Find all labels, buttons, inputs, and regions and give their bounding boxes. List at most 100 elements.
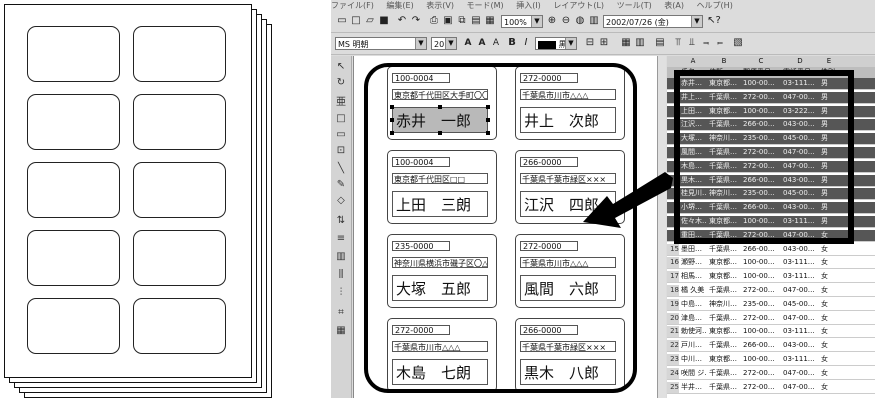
column-header[interactable]: E	[819, 56, 839, 67]
help-cursor-icon[interactable]: ↖?	[707, 14, 721, 28]
table-cell[interactable]: 100-00…	[743, 354, 781, 365]
crop-tool-icon[interactable]: ⌗	[334, 306, 348, 320]
new-doc-icon[interactable]: □	[349, 14, 363, 28]
table-cell[interactable]: 中川…	[681, 354, 707, 365]
table-cell[interactable]: 045-00…	[783, 299, 819, 310]
row-number[interactable]: 24	[667, 367, 679, 379]
date-select[interactable]: 2002/07/26 (金) ▼	[603, 15, 703, 28]
table-cell[interactable]: 千葉県…	[709, 244, 741, 255]
table-cell[interactable]: 女	[821, 257, 839, 268]
column-header[interactable]: B	[707, 56, 741, 67]
distribute-icon[interactable]: ⫪	[671, 36, 685, 50]
menu-help[interactable]: ヘルプ(H)	[697, 1, 733, 10]
table-cell[interactable]: 女	[821, 271, 839, 282]
align-bottom-icon[interactable]: ⫭	[713, 36, 727, 50]
row-number[interactable]: 23	[667, 354, 679, 365]
table-cell[interactable]: 272-00…	[743, 285, 781, 296]
table-cell[interactable]: 女	[821, 299, 839, 310]
chevron-down-icon[interactable]: ▼	[531, 16, 542, 27]
grid-icon[interactable]: ▤	[653, 36, 667, 50]
zoom-in-icon[interactable]: ⊕	[545, 14, 559, 28]
row-number[interactable]: 18	[667, 285, 679, 296]
print-preview-icon[interactable]: ▣	[441, 14, 455, 28]
table-cell[interactable]: 03-111…	[783, 354, 819, 365]
save-icon[interactable]: ■	[377, 14, 391, 28]
table-cell[interactable]: 千葉県…	[709, 313, 741, 324]
table-icon[interactable]: ▦	[619, 36, 633, 50]
table-cell[interactable]: 女	[821, 326, 839, 337]
layout-tool-icon[interactable]: ⊡	[334, 144, 348, 158]
rotate-tool-icon[interactable]: ↻	[334, 76, 348, 90]
table-cell[interactable]: 043-00…	[783, 340, 819, 351]
table-cell[interactable]: 東京都…	[709, 354, 741, 365]
menu-mode[interactable]: モード(M)	[467, 1, 504, 10]
menu-tools[interactable]: ツール(T)	[617, 1, 652, 10]
undo-icon[interactable]: ↶	[395, 14, 409, 28]
vertical-text-icon[interactable]: ⇅	[334, 214, 348, 228]
shape-tool-icon[interactable]: ◇	[334, 194, 348, 208]
row-number[interactable]: 16	[667, 257, 679, 269]
table-cell[interactable]: 相馬…	[681, 271, 707, 282]
zoom-out-icon[interactable]: ⊖	[559, 14, 573, 28]
table-cell[interactable]: 047-00…	[783, 285, 819, 296]
chevron-down-icon[interactable]: ▼	[445, 38, 456, 49]
line-tool-icon[interactable]: ╲	[334, 162, 348, 176]
table-cell[interactable]: 03-111…	[783, 271, 819, 282]
font-size-select[interactable]: 20 ▼	[431, 37, 457, 50]
row-number[interactable]: 21	[667, 326, 679, 338]
distribute-tool-icon[interactable]: ⫶	[334, 286, 348, 300]
table-cell[interactable]: 女	[821, 313, 839, 324]
bold-icon[interactable]: B	[505, 36, 519, 50]
row-number[interactable]: 17	[667, 271, 679, 283]
font-shrink-icon[interactable]: A	[475, 36, 489, 50]
row-number[interactable]: 20	[667, 312, 679, 324]
table-cell[interactable]: 100-00…	[743, 326, 781, 337]
font-select[interactable]: MS 明朝 ▼	[335, 37, 427, 50]
table-cell[interactable]: 266-00…	[743, 244, 781, 255]
paste-icon[interactable]: ▤	[469, 14, 483, 28]
bar-tool-icon[interactable]: ⫼	[334, 268, 348, 282]
table-cell[interactable]: 235-00…	[743, 299, 781, 310]
table-cell[interactable]: 272-00…	[743, 382, 781, 393]
column-header[interactable]: D	[781, 56, 819, 67]
column-header[interactable]: C	[741, 56, 781, 67]
table-cell[interactable]: 千葉県…	[709, 285, 741, 296]
menu-view[interactable]: 表示(V)	[426, 1, 454, 10]
table-tool-icon[interactable]: ▦	[334, 324, 348, 338]
globe-icon[interactable]: ◍	[573, 14, 587, 28]
text-tool-icon[interactable]: 亜	[334, 96, 348, 110]
new-icon[interactable]: ▭	[335, 14, 349, 28]
open-icon[interactable]: ▱	[363, 14, 377, 28]
picture-icon[interactable]: ▧	[731, 36, 745, 50]
table-cell[interactable]: 女	[821, 285, 839, 296]
table-cell[interactable]: 女	[821, 368, 839, 379]
table-cell[interactable]: 千葉県…	[709, 382, 741, 393]
table-cell[interactable]: 03-111…	[783, 257, 819, 268]
pen-tool-icon[interactable]: ✎	[334, 178, 348, 192]
calendar-icon[interactable]: ▥	[587, 14, 601, 28]
table-cell[interactable]: 勅使河…	[681, 326, 707, 337]
frame-tool-icon[interactable]: ▭	[334, 128, 348, 142]
chevron-down-icon[interactable]: ▼	[565, 38, 576, 49]
table-cell[interactable]: 東京都…	[709, 257, 741, 268]
column-header[interactable]: A	[679, 56, 707, 67]
table-cell[interactable]: 047-00…	[783, 382, 819, 393]
image-icon[interactable]: ▦	[483, 14, 497, 28]
table-cell[interactable]: 043-00…	[783, 244, 819, 255]
italic-icon[interactable]: I	[519, 36, 533, 50]
table-cell[interactable]: 東京都…	[709, 271, 741, 282]
font-color-select[interactable]: 黒 ▼	[535, 37, 577, 50]
row-number[interactable]: 19	[667, 298, 679, 310]
table-cell[interactable]: 100-00…	[743, 271, 781, 282]
table-cell[interactable]: 神奈川…	[709, 299, 741, 310]
row-number[interactable]: 15	[667, 243, 679, 255]
row-number[interactable]: 25	[667, 381, 679, 393]
align-icon[interactable]: ⊟	[583, 36, 597, 50]
menu-insert[interactable]: 挿入(I)	[516, 1, 541, 10]
table-cell[interactable]: 瀬野…	[681, 257, 707, 268]
table-cell[interactable]: 047-00…	[783, 368, 819, 379]
select-tool-icon[interactable]: ↖	[334, 60, 348, 74]
table-cell[interactable]: 戸川…	[681, 340, 707, 351]
zoom-select[interactable]: 100% ▼	[501, 15, 543, 28]
table-cell[interactable]: 272-00…	[743, 368, 781, 379]
